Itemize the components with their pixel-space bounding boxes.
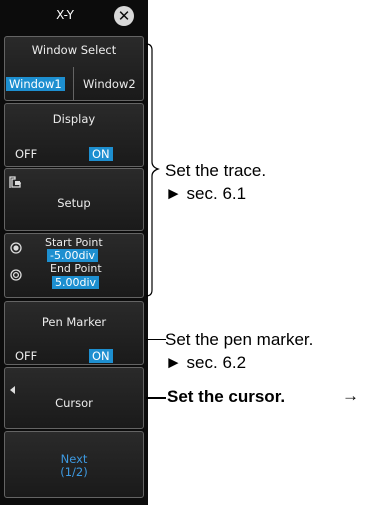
end-point-label: End Point [50, 262, 102, 275]
menu-panel: X-Y ✕ Window Select Window1 Window2 Disp… [0, 0, 148, 505]
window2-option[interactable]: Window2 [83, 77, 136, 91]
trace-annotation: Set the trace. [165, 161, 267, 180]
arrow-right-icon: → [342, 386, 359, 405]
next-page-label: (1/2) [60, 465, 88, 479]
pen-marker-menu[interactable]: Pen Marker OFF ON [4, 301, 144, 365]
cursor-annotation: Set the cursor. [167, 387, 286, 406]
point-menu[interactable]: Start Point -5.00div End Point 5.00div [4, 233, 144, 298]
pen-marker-off-option[interactable]: OFF [15, 349, 37, 363]
end-point-value[interactable]: 5.00div [52, 276, 100, 289]
display-label: Display [52, 112, 96, 126]
display-on-option[interactable]: ON [89, 147, 113, 161]
menu-header: X-Y ✕ [0, 0, 148, 30]
pen-leader-line [146, 339, 166, 340]
close-icon[interactable]: ✕ [114, 6, 134, 26]
pen-annotation: Set the pen marker. [165, 330, 314, 349]
setup-label: Setup [57, 196, 91, 210]
window-select-menu[interactable]: Window Select Window1 Window2 [4, 36, 144, 101]
setup-menu[interactable]: Setup [4, 168, 144, 231]
display-off-option[interactable]: OFF [15, 147, 37, 161]
next-label: Next [60, 452, 88, 466]
pen-reference: ► sec. 6.2 [165, 353, 247, 372]
trace-bracket [145, 43, 160, 297]
menu-title: X-Y [56, 8, 74, 22]
trace-reference: ► sec. 6.1 [165, 184, 247, 203]
knob-icon [10, 266, 22, 285]
start-point-value[interactable]: -5.00div [47, 249, 99, 262]
pen-marker-label: Pen Marker [41, 315, 107, 329]
cursor-menu[interactable]: Cursor [4, 367, 144, 429]
cursor-leader-line [146, 397, 166, 399]
display-menu[interactable]: Display OFF ON [4, 103, 144, 167]
setup-icon [9, 173, 23, 192]
window1-option[interactable]: Window1 [6, 77, 65, 91]
pen-marker-on-option[interactable]: ON [89, 349, 113, 363]
cursor-label: Cursor [55, 396, 93, 410]
start-point-label: Start Point [45, 236, 103, 249]
window-select-label: Window Select [31, 43, 117, 57]
next-button[interactable]: Next (1/2) [4, 431, 144, 498]
knob-icon [10, 239, 22, 258]
